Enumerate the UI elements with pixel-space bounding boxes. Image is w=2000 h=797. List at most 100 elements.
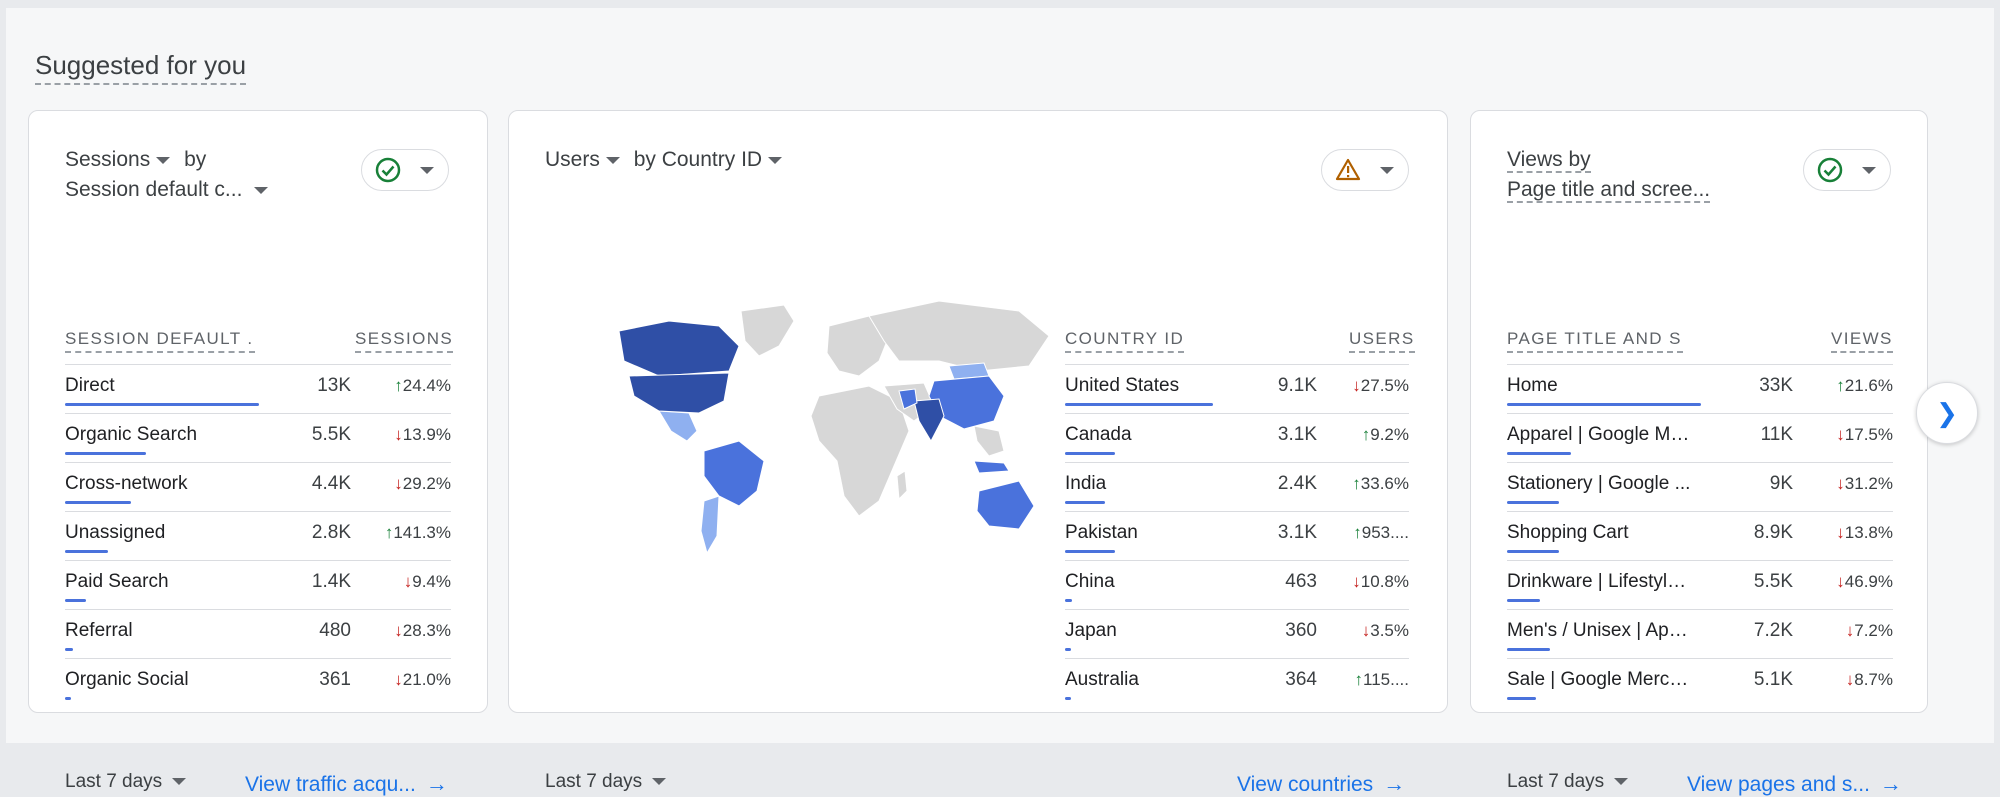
value-bar bbox=[1507, 452, 1571, 455]
row-value: 364 bbox=[1285, 669, 1317, 690]
table-row[interactable]: Stationery | Google ... 9K ↓31.2% bbox=[1507, 462, 1893, 511]
card-title: Views by Page title and scree... bbox=[1507, 145, 1767, 205]
change-percent: 115.... bbox=[1363, 670, 1409, 689]
arrow-right-icon: → bbox=[425, 771, 448, 796]
table-row[interactable]: Shopping Cart 8.9K ↓13.8% bbox=[1507, 511, 1893, 560]
column-header-dimension[interactable]: COUNTRY ID bbox=[1065, 329, 1185, 353]
row-change: ↓17.5% bbox=[1813, 425, 1893, 445]
change-percent: 29.2% bbox=[402, 474, 451, 493]
row-value: 11K bbox=[1760, 424, 1793, 445]
column-header-metric[interactable]: VIEWS bbox=[1831, 329, 1893, 353]
table-row[interactable]: Men's / Unisex | Appa... 7.2K ↓7.2% bbox=[1507, 609, 1893, 658]
change-percent: 9.2% bbox=[1370, 425, 1409, 444]
row-value: 3.1K bbox=[1277, 522, 1317, 543]
arrow-up-icon: ↑ bbox=[1354, 670, 1364, 689]
metric-selector[interactable]: Users bbox=[545, 148, 620, 171]
column-header-dimension[interactable]: PAGE TITLE AND S... bbox=[1507, 329, 1683, 353]
change-percent: 141.3% bbox=[393, 523, 451, 542]
insights-status-button[interactable] bbox=[361, 149, 449, 191]
value-bar bbox=[1507, 599, 1540, 602]
chevron-right-icon: ❯ bbox=[1936, 397, 1958, 428]
insights-status-button[interactable] bbox=[1803, 149, 1891, 191]
row-change: ↓29.2% bbox=[371, 474, 451, 494]
section-title[interactable]: Suggested for you bbox=[35, 50, 247, 85]
row-value: 361 bbox=[319, 669, 351, 690]
card-title: Sessions by Session default c... bbox=[65, 145, 325, 205]
table-row[interactable]: Cross-network 4.4K ↓29.2% bbox=[65, 462, 451, 511]
dimension-selector[interactable]: Page title and scree... bbox=[1507, 178, 1711, 203]
column-header-metric[interactable]: SESSIONS bbox=[355, 329, 454, 353]
chevron-down-icon bbox=[156, 156, 171, 164]
table-row[interactable]: United States 9.1K ↓27.5% bbox=[1065, 364, 1409, 413]
chevron-down-icon bbox=[420, 166, 434, 174]
table-row[interactable]: Australia 364 ↑115.... bbox=[1065, 658, 1409, 707]
row-value: 4.4K bbox=[311, 473, 351, 494]
metric-selector[interactable]: Views by bbox=[1507, 148, 1591, 173]
arrow-up-icon: ↑ bbox=[1361, 425, 1371, 444]
table-row[interactable]: Referral 480 ↓28.3% bbox=[65, 609, 451, 658]
dimension-selector[interactable]: Session default c... bbox=[65, 178, 269, 201]
table-row[interactable]: Drinkware | Lifestyle ... 5.5K ↓46.9% bbox=[1507, 560, 1893, 609]
date-range-selector[interactable]: Last 7 days bbox=[1507, 771, 1629, 793]
row-value: 360 bbox=[1285, 620, 1317, 641]
map-region-argentina bbox=[700, 495, 720, 555]
table-row[interactable]: Organic Search 5.5K ↓13.9% bbox=[65, 413, 451, 462]
table-row[interactable]: Paid Search 1.4K ↓9.4% bbox=[65, 560, 451, 609]
arrow-down-icon: ↓ bbox=[1845, 670, 1855, 689]
view-pages-link[interactable]: View pages and s... → bbox=[1687, 771, 1902, 797]
value-bar bbox=[1065, 452, 1115, 455]
row-change: ↑33.6% bbox=[1329, 474, 1409, 494]
metric-selector[interactable]: Sessions bbox=[65, 148, 171, 171]
table-row[interactable]: Apparel | Google Mer... 11K ↓17.5% bbox=[1507, 413, 1893, 462]
table-row[interactable]: Organic Social 361 ↓21.0% bbox=[65, 658, 451, 707]
card-views-by-page-title: Views by Page title and scree... PAGE TI… bbox=[1470, 110, 1928, 796]
row-change: ↓10.8% bbox=[1329, 572, 1409, 592]
row-change: ↓7.2% bbox=[1813, 621, 1893, 641]
row-label: Sale | Google Mercha... bbox=[1507, 669, 1693, 690]
arrow-up-icon: ↑ bbox=[1836, 376, 1845, 395]
insights-status-button[interactable] bbox=[1321, 149, 1409, 191]
table-row[interactable]: Sale | Google Mercha... 5.1K ↓8.7% bbox=[1507, 658, 1893, 707]
card-title: Users by Country ID bbox=[545, 145, 783, 175]
row-value: 33K bbox=[1759, 375, 1793, 396]
row-label: China bbox=[1065, 571, 1115, 592]
map-region-indonesia bbox=[973, 460, 1010, 474]
row-change: ↑21.6% bbox=[1813, 376, 1893, 396]
table-row[interactable]: Direct 13K ↑24.4% bbox=[65, 364, 451, 413]
arrow-down-icon: ↓ bbox=[394, 670, 403, 689]
column-header-dimension[interactable]: SESSION DEFAULT ... bbox=[65, 329, 255, 353]
table-row[interactable]: Canada 3.1K ↑9.2% bbox=[1065, 413, 1409, 462]
row-label: Paid Search bbox=[65, 571, 169, 592]
row-change: ↑9.2% bbox=[1329, 425, 1409, 445]
change-percent: 28.3% bbox=[402, 621, 451, 640]
chevron-down-icon bbox=[1862, 166, 1876, 174]
table-row[interactable]: Unassigned 2.8K ↑141.3% bbox=[65, 511, 451, 560]
change-percent: 13.9% bbox=[402, 425, 451, 444]
arrow-down-icon: ↓ bbox=[1361, 621, 1371, 640]
view-traffic-acquisition-link[interactable]: View traffic acqu... → bbox=[245, 771, 448, 797]
row-label: Cross-network bbox=[65, 473, 188, 494]
arrow-up-icon: ↑ bbox=[1353, 523, 1362, 542]
world-map[interactable] bbox=[579, 291, 1059, 561]
map-region-canada bbox=[618, 320, 740, 377]
table-row[interactable]: Japan 360 ↓3.5% bbox=[1065, 609, 1409, 658]
date-range-selector[interactable]: Last 7 days bbox=[65, 771, 187, 793]
change-percent: 24.4% bbox=[402, 376, 451, 395]
table-row[interactable]: China 463 ↓10.8% bbox=[1065, 560, 1409, 609]
row-label: Pakistan bbox=[1065, 522, 1138, 543]
table-row[interactable]: India 2.4K ↑33.6% bbox=[1065, 462, 1409, 511]
date-range-selector[interactable]: Last 7 days bbox=[545, 771, 667, 793]
view-countries-link[interactable]: View countries → bbox=[1237, 771, 1405, 797]
table-rows: Home 33K ↑21.6% Apparel | Google Mer... 11K ↓… bbox=[1507, 364, 1893, 707]
map-region-southeast-asia bbox=[973, 425, 1005, 457]
dimension-selector[interactable]: by Country ID bbox=[634, 148, 783, 171]
table-row[interactable]: Home 33K ↑21.6% bbox=[1507, 364, 1893, 413]
map-region-africa bbox=[810, 385, 910, 517]
table-row[interactable]: Pakistan 3.1K ↑953.... bbox=[1065, 511, 1409, 560]
column-header-metric[interactable]: USERS bbox=[1349, 329, 1415, 353]
next-cards-button[interactable]: ❯ bbox=[1916, 382, 1978, 444]
row-label: Drinkware | Lifestyle ... bbox=[1507, 571, 1693, 592]
table-rows: United States 9.1K ↓27.5% Canada 3.1K ↑9.2% In… bbox=[1065, 364, 1409, 707]
row-change: ↓46.9% bbox=[1813, 572, 1893, 592]
warning-icon bbox=[1335, 158, 1361, 181]
